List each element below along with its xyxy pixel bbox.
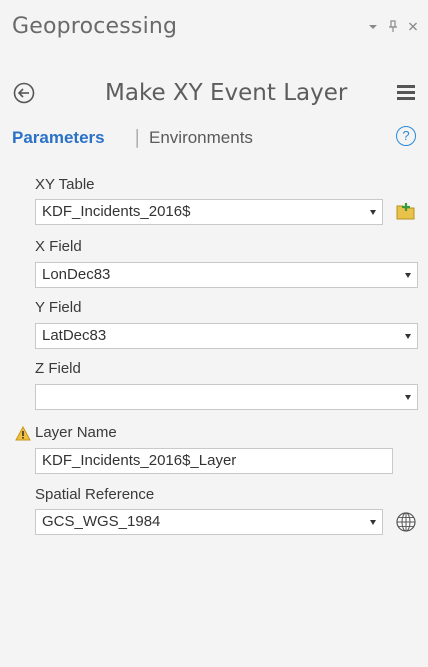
y-field-select[interactable]: LatDec83 xyxy=(35,323,418,349)
chevron-down-icon xyxy=(405,273,411,278)
layer-name-input[interactable]: KDF_Incidents_2016$_Layer xyxy=(35,448,393,474)
warning-icon xyxy=(15,425,31,441)
x-field-label: X Field xyxy=(35,238,82,255)
xy-table-label: XY Table xyxy=(35,176,95,193)
y-field-value: LatDec83 xyxy=(42,327,107,344)
chevron-down-icon xyxy=(370,210,376,215)
spatial-reference-select[interactable]: GCS_WGS_1984 xyxy=(35,509,383,535)
x-field-value: LonDec83 xyxy=(42,266,111,283)
chevron-down-icon xyxy=(405,395,411,400)
tab-parameters[interactable]: Parameters xyxy=(12,128,105,148)
tab-strip: Parameters | Environments ? xyxy=(0,126,428,156)
back-arrow-icon[interactable] xyxy=(13,82,35,104)
pane-header: Geoprocessing xyxy=(0,0,428,64)
tab-environments[interactable]: Environments xyxy=(149,128,253,148)
geoprocessing-pane: Geoprocessing Make XY Event Layer Parame… xyxy=(0,0,428,667)
globe-icon[interactable] xyxy=(395,511,417,533)
y-field-label: Y Field xyxy=(35,299,82,316)
x-field-select[interactable]: LonDec83 xyxy=(35,262,418,288)
tool-title-row: Make XY Event Layer xyxy=(0,76,428,116)
xy-table-value: KDF_Incidents_2016$ xyxy=(42,203,191,220)
add-table-folder-icon[interactable] xyxy=(395,200,417,222)
xy-table-select[interactable]: KDF_Incidents_2016$ xyxy=(35,199,383,225)
pane-header-controls xyxy=(368,20,418,36)
z-field-select[interactable] xyxy=(35,384,418,410)
spatial-reference-value: GCS_WGS_1984 xyxy=(42,513,161,530)
chevron-down-icon xyxy=(370,520,376,525)
pin-icon[interactable] xyxy=(388,20,398,36)
tool-title: Make XY Event Layer xyxy=(105,80,348,106)
help-icon[interactable]: ? xyxy=(396,126,416,146)
spatial-reference-label: Spatial Reference xyxy=(35,486,155,503)
layer-name-label: Layer Name xyxy=(35,424,117,441)
tab-separator: | xyxy=(134,126,141,148)
close-icon[interactable] xyxy=(408,20,418,36)
z-field-label: Z Field xyxy=(35,360,81,377)
pane-title: Geoprocessing xyxy=(12,14,178,39)
pin-dropdown-icon[interactable] xyxy=(368,20,378,36)
layer-name-value: KDF_Incidents_2016$_Layer xyxy=(42,452,237,469)
menu-icon[interactable] xyxy=(397,85,415,101)
chevron-down-icon xyxy=(405,334,411,339)
